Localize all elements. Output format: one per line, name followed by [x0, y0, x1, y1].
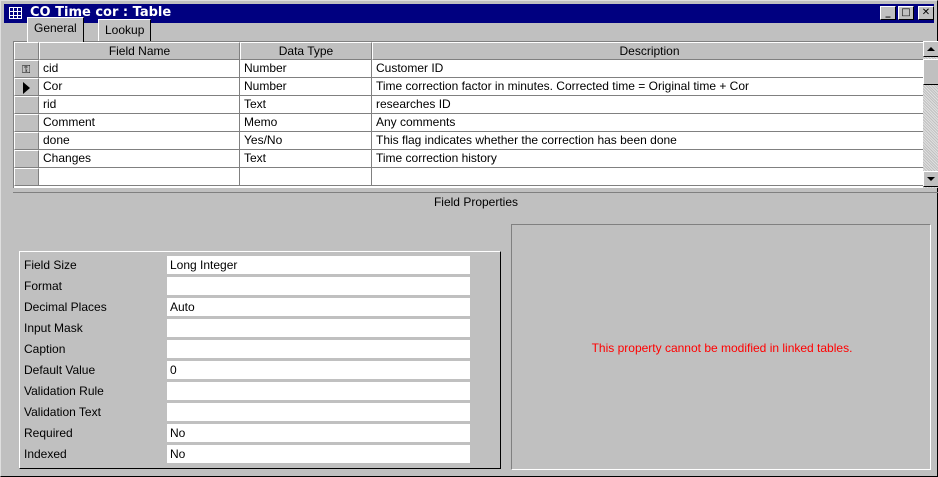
field-design-grid: Field Name Data Type Description ⚿ cid N… — [13, 41, 926, 188]
field-properties-header: Field Properties — [13, 192, 938, 210]
table-row[interactable]: ⚿ cid Number Customer ID — [14, 60, 926, 78]
field-name-cell[interactable]: Comment — [39, 114, 240, 132]
column-header-field-name[interactable]: Field Name — [39, 42, 240, 60]
arrow-up-icon — [927, 47, 935, 51]
property-label: Decimal Places — [24, 300, 107, 314]
property-value-field[interactable]: Auto — [167, 298, 470, 317]
scroll-thumb[interactable] — [923, 59, 938, 85]
table-row[interactable]: Changes Text Time correction history — [14, 150, 926, 168]
description-cell[interactable]: researches ID — [372, 96, 926, 114]
tab-general[interactable]: General — [27, 17, 84, 42]
property-help-panel: This property cannot be modified in link… — [511, 224, 931, 470]
property-row-validation-text: Validation Text — [20, 403, 490, 423]
property-label: Input Mask — [24, 321, 83, 335]
scroll-down-button[interactable] — [923, 171, 938, 187]
property-row-required: Required No — [20, 424, 490, 444]
property-label: Validation Rule — [24, 384, 104, 398]
data-type-cell[interactable]: Number — [240, 60, 372, 78]
property-label: Caption — [24, 342, 66, 356]
field-name-cell[interactable]: rid — [39, 96, 240, 114]
property-value-field[interactable] — [167, 319, 470, 338]
data-type-cell[interactable]: Text — [240, 150, 372, 168]
table-row[interactable]: rid Text researches ID — [14, 96, 926, 114]
description-cell[interactable]: This flag indicates whether the correcti… — [372, 132, 926, 150]
table-row[interactable]: Comment Memo Any comments — [14, 114, 926, 132]
property-value-field[interactable]: No — [167, 424, 470, 443]
table-design-window: CO Time cor : Table _ □ ✕ Field Name Dat… — [0, 0, 938, 477]
description-cell[interactable]: Any comments — [372, 114, 926, 132]
description-cell[interactable]: Customer ID — [372, 60, 926, 78]
row-selector[interactable] — [14, 132, 39, 150]
data-type-cell[interactable] — [240, 168, 372, 186]
corner-header — [14, 42, 39, 60]
property-row-validation-rule: Validation Rule — [20, 382, 490, 402]
row-selector[interactable]: ⚿ — [14, 60, 39, 78]
data-type-cell[interactable]: Text — [240, 96, 372, 114]
property-value-field[interactable] — [167, 403, 470, 422]
property-row-caption: Caption — [20, 340, 490, 360]
property-value-field[interactable] — [167, 277, 470, 296]
field-name-cell[interactable] — [39, 168, 240, 186]
property-row-default-value: Default Value 0 — [20, 361, 490, 381]
current-row-arrow-icon — [23, 82, 30, 94]
general-properties-panel: Field Size Long Integer Format Decimal P… — [19, 251, 501, 469]
table-row[interactable]: done Yes/No This flag indicates whether … — [14, 132, 926, 150]
data-type-cell[interactable]: Yes/No — [240, 132, 372, 150]
property-value-field[interactable] — [167, 382, 470, 401]
tab-lookup[interactable]: Lookup — [98, 19, 152, 41]
property-label: Default Value — [24, 363, 96, 377]
key-icon: ⚿ — [22, 63, 31, 76]
property-row-decimal-places: Decimal Places Auto — [20, 298, 490, 318]
minimize-button[interactable]: _ — [880, 6, 896, 20]
property-label: Indexed — [24, 447, 67, 461]
table-row[interactable] — [14, 168, 926, 186]
field-name-cell[interactable]: Cor — [39, 78, 240, 96]
property-label: Format — [24, 279, 63, 293]
property-value-field[interactable]: 0 — [167, 361, 470, 380]
description-cell[interactable]: Time correction factor in minutes. Corre… — [372, 78, 926, 96]
data-type-cell[interactable]: Number — [240, 78, 372, 96]
data-type-cell[interactable]: Memo — [240, 114, 372, 132]
property-row-indexed: Indexed No — [20, 445, 490, 465]
description-cell[interactable]: Time correction history — [372, 150, 926, 168]
column-header-description[interactable]: Description — [372, 42, 926, 60]
table-row[interactable]: Cor Number Time correction factor in min… — [14, 78, 926, 96]
property-row-field-size: Field Size Long Integer — [20, 256, 490, 276]
table-icon — [9, 7, 22, 19]
property-label: Required — [24, 426, 73, 440]
grid-vertical-scrollbar[interactable] — [923, 41, 938, 188]
field-name-cell[interactable]: Changes — [39, 150, 240, 168]
property-label: Field Size — [24, 258, 77, 272]
property-row-format: Format — [20, 277, 490, 297]
arrow-down-icon — [927, 177, 935, 181]
property-value-field[interactable] — [167, 340, 470, 359]
row-selector[interactable] — [14, 114, 39, 132]
description-cell[interactable] — [372, 168, 926, 186]
maximize-button[interactable]: □ — [898, 6, 914, 20]
row-selector[interactable] — [14, 168, 39, 186]
property-value-field[interactable]: No — [167, 445, 470, 464]
close-button[interactable]: ✕ — [918, 6, 934, 20]
row-selector[interactable] — [14, 96, 39, 114]
column-header-data-type[interactable]: Data Type — [240, 42, 372, 60]
property-value-field[interactable]: Long Integer — [167, 256, 470, 275]
field-name-cell[interactable]: done — [39, 132, 240, 150]
scroll-up-button[interactable] — [923, 41, 938, 57]
field-name-cell[interactable]: cid — [39, 60, 240, 78]
row-selector[interactable] — [14, 150, 39, 168]
property-label: Validation Text — [24, 405, 101, 419]
row-selector[interactable] — [14, 78, 39, 96]
help-message: This property cannot be modified in link… — [591, 341, 853, 355]
property-row-input-mask: Input Mask — [20, 319, 490, 339]
